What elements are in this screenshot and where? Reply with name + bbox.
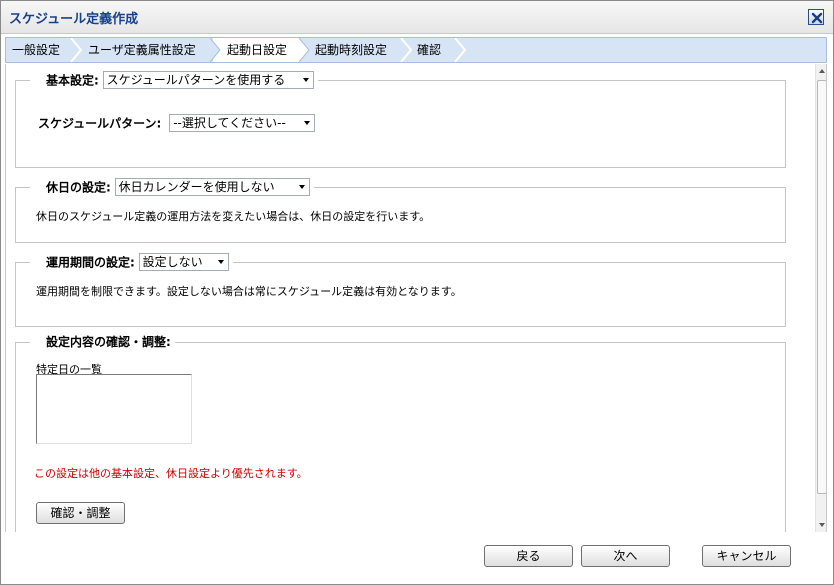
- period-settings-legend: 運用期間の設定: 設定しない: [30, 253, 233, 271]
- chevron-right-icon: [454, 38, 466, 62]
- period-settings-label: 運用期間の設定:: [46, 255, 135, 270]
- period-settings-select[interactable]: 設定しない: [138, 253, 229, 271]
- review-label: 設定内容の確認・調整:: [46, 335, 171, 349]
- chevron-right-icon: [209, 38, 221, 62]
- close-icon: [811, 12, 823, 24]
- pattern-select[interactable]: --選択してください--: [169, 114, 316, 132]
- dropdown-arrow-icon: [302, 78, 309, 82]
- next-button[interactable]: 次へ: [581, 545, 670, 567]
- period-settings-group: 運用期間の設定: 設定しない 運用期間を制限できます。設定しない場合は常にスケジ…: [15, 253, 786, 327]
- basic-settings-label: 基本設定:: [46, 73, 99, 88]
- arrow-down-icon: [819, 523, 825, 527]
- holiday-description: 休日のスケジュール定義の運用方法を変えたい場合は、休日の設定を行います。: [36, 210, 431, 223]
- step-start-time[interactable]: 起動時刻設定: [315, 38, 387, 62]
- step-general[interactable]: 一般設定: [12, 38, 60, 62]
- pattern-label: スケジュールパターン:: [38, 116, 162, 131]
- chevron-right-icon: [400, 38, 412, 62]
- chevron-right-icon: [70, 38, 82, 62]
- holiday-settings-group: 休日の設定: 休日カレンダーを使用しない 休日のスケジュール定義の運用方法を変え…: [15, 178, 786, 243]
- basic-settings-value: スケジュールパターンを使用する: [106, 73, 286, 87]
- priority-warning: この設定は他の基本設定、休日設定より優先されます。: [34, 467, 308, 480]
- step-confirm[interactable]: 確認: [417, 38, 441, 62]
- window-title: スケジュール定義作成: [9, 12, 139, 27]
- dropdown-arrow-icon: [304, 121, 311, 125]
- chevron-right-icon: [298, 38, 310, 62]
- holiday-settings-value: 休日カレンダーを使用しない: [118, 180, 275, 194]
- schedule-definition-dialog: スケジュール定義作成 一般設定 ユーザ定義属性設定 起動日設定 起動時刻設定 確…: [0, 0, 834, 585]
- basic-settings-group: 基本設定: スケジュールパターンを使用する スケジュールパターン: --選択して…: [15, 71, 786, 168]
- close-button[interactable]: [808, 9, 824, 25]
- vertical-scrollbar[interactable]: [815, 64, 826, 532]
- period-description: 運用期間を制限できます。設定しない場合は常にスケジュール定義は有効となります。: [36, 285, 462, 298]
- basic-settings-legend: 基本設定: スケジュールパターンを使用する: [30, 71, 318, 89]
- review-group: 設定内容の確認・調整: 特定日の一覧 この設定は他の基本設定、休日設定より優先さ…: [15, 333, 786, 532]
- holiday-settings-legend: 休日の設定: 休日カレンダーを使用しない: [30, 178, 314, 196]
- cancel-button[interactable]: キャンセル: [702, 545, 791, 567]
- step-user-attributes[interactable]: ユーザ定義属性設定: [88, 38, 196, 62]
- holiday-settings-label: 休日の設定:: [46, 180, 111, 195]
- basic-settings-select[interactable]: スケジュールパターンを使用する: [102, 71, 314, 89]
- content-area: 基本設定: スケジュールパターンを使用する スケジュールパターン: --選択して…: [5, 64, 827, 532]
- review-legend: 設定内容の確認・調整:: [30, 333, 175, 351]
- confirm-adjust-button[interactable]: 確認・調整: [36, 502, 125, 524]
- specific-days-list[interactable]: [36, 374, 192, 444]
- wizard-steps: 一般設定 ユーザ定義属性設定 起動日設定 起動時刻設定 確認: [5, 37, 827, 63]
- pattern-row: スケジュールパターン: --選択してください--: [38, 114, 316, 132]
- dialog-footer: 戻る 次へ キャンセル: [1, 533, 833, 585]
- scroll-down-button[interactable]: [816, 518, 826, 532]
- arrow-up-icon: [819, 69, 825, 73]
- scroll-thumb[interactable]: [817, 80, 826, 494]
- period-settings-value: 設定しない: [142, 255, 203, 269]
- dropdown-arrow-icon: [217, 260, 224, 264]
- back-button[interactable]: 戻る: [484, 545, 573, 567]
- scroll-up-button[interactable]: [816, 64, 826, 78]
- holiday-settings-select[interactable]: 休日カレンダーを使用しない: [114, 178, 310, 196]
- title-bar: スケジュール定義作成: [1, 1, 833, 34]
- step-start-date[interactable]: 起動日設定: [227, 38, 287, 62]
- dropdown-arrow-icon: [298, 185, 305, 189]
- pattern-value: --選択してください--: [173, 116, 286, 130]
